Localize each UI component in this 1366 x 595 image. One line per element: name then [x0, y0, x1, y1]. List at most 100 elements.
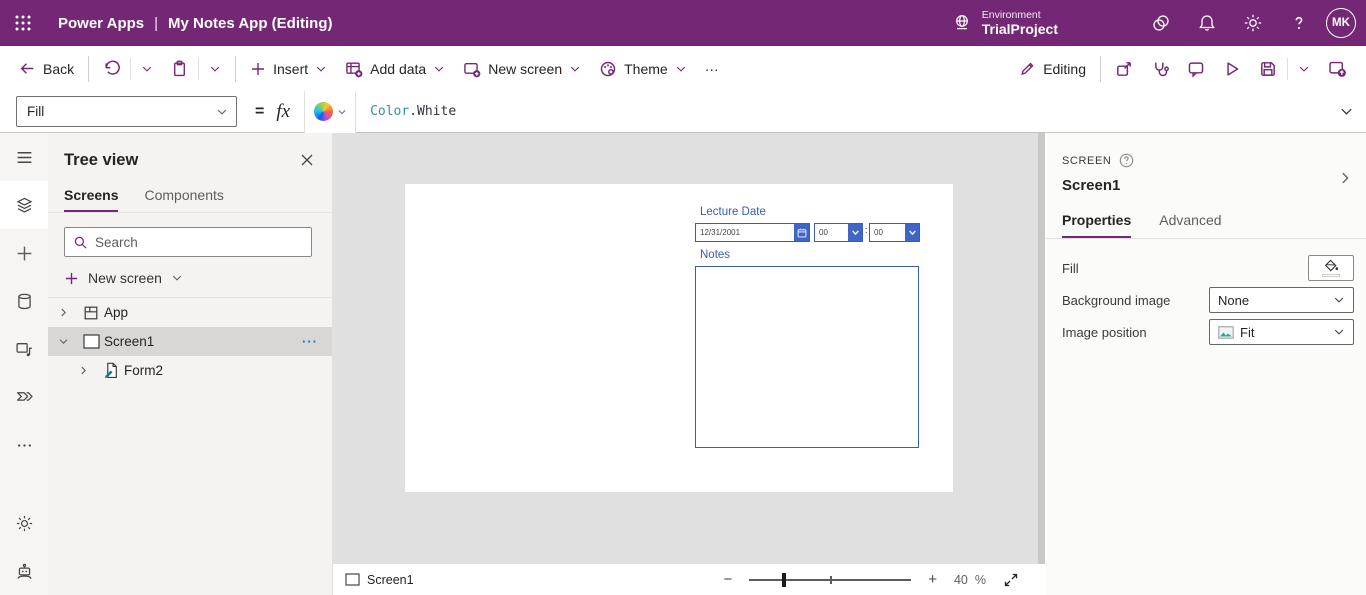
split-divider [198, 58, 199, 80]
share-button[interactable] [1106, 52, 1142, 86]
rail-insert-button[interactable] [0, 229, 48, 277]
date-input[interactable]: 12/31/2001 [695, 223, 810, 242]
undo-button[interactable] [94, 52, 129, 86]
selected-control-type: SCREEN [1062, 155, 1111, 167]
image-position-dropdown[interactable]: Fit [1209, 319, 1354, 345]
zoom-in-button[interactable]: + [926, 571, 939, 588]
item-more-actions-button[interactable]: ··· [296, 334, 324, 349]
waffle-menu-button[interactable] [0, 0, 46, 46]
chevron-right-icon[interactable] [68, 365, 98, 376]
rail-media-button[interactable] [0, 325, 48, 373]
tree-item-screen1[interactable]: Screen1 ··· [48, 327, 332, 356]
app-screen-preview[interactable]: Lecture Date 12/31/2001 00 : 00 Notes [405, 184, 953, 492]
chevron-down-icon [141, 63, 153, 75]
background-image-dropdown[interactable]: None [1209, 287, 1354, 313]
rail-virtual-agent-button[interactable] [0, 547, 48, 595]
canvas-scrollbar[interactable] [1038, 133, 1045, 564]
tree-new-screen-button[interactable]: New screen [64, 270, 183, 286]
undo-icon [103, 60, 120, 77]
chevron-down-icon [569, 63, 581, 75]
avatar[interactable]: MK [1326, 8, 1356, 38]
calendar-icon [797, 228, 807, 238]
tab-advanced[interactable]: Advanced [1159, 208, 1221, 238]
copilot-orb-icon [314, 102, 333, 121]
dropdown-chevron-button[interactable] [848, 224, 862, 241]
notifications-button[interactable] [1184, 0, 1230, 46]
insert-button[interactable]: Insert [241, 52, 336, 86]
search-icon [73, 235, 88, 250]
help-button[interactable] [1276, 0, 1322, 46]
expand-diagonal-icon [1003, 572, 1019, 588]
calendar-button[interactable] [794, 224, 809, 241]
more-commands-button[interactable]: ··· [696, 52, 728, 86]
property-row-image-position: Image position Fit [1062, 316, 1354, 348]
expand-properties-chevron[interactable] [1338, 171, 1352, 185]
new-screen-button[interactable]: New screen [454, 52, 590, 86]
rail-settings-button[interactable] [0, 499, 48, 547]
chevron-down-icon [209, 63, 221, 75]
status-screen-selector[interactable]: Screen1 [345, 573, 414, 587]
property-selector[interactable]: Fill [16, 96, 237, 127]
zoom-out-button[interactable]: − [721, 571, 734, 588]
ellipsis-icon [15, 436, 34, 455]
fit-to-window-button[interactable] [1001, 572, 1021, 588]
back-button[interactable]: Back [10, 52, 83, 86]
tree-item-label: App [104, 305, 128, 320]
power-automate-icon [15, 388, 34, 407]
app-name: Power Apps [58, 15, 144, 32]
editing-mode-button[interactable]: Editing [1010, 52, 1095, 86]
tab-screens[interactable]: Screens [64, 183, 118, 212]
chevron-down-icon [315, 63, 327, 75]
dropdown-chevron-button[interactable] [905, 224, 919, 241]
rail-tree-view-button[interactable] [0, 181, 48, 229]
canvas-area: Lecture Date 12/31/2001 00 : 00 Notes Sc… [333, 133, 1045, 595]
zoom-slider-thumb[interactable] [782, 573, 786, 587]
gear-icon [1243, 13, 1263, 33]
rail-more-button[interactable] [0, 421, 48, 469]
separator [88, 56, 89, 82]
add-data-button[interactable]: Add data [336, 52, 454, 86]
tab-components[interactable]: Components [144, 183, 223, 212]
tree-item-form2[interactable]: Form2 [48, 356, 332, 385]
chevron-down-icon [216, 106, 228, 118]
tree-search-box [64, 227, 312, 257]
screen-icon [345, 573, 360, 586]
rail-data-button[interactable] [0, 277, 48, 325]
settings-button[interactable] [1230, 0, 1276, 46]
formula-bar-expand-button[interactable] [1326, 104, 1366, 119]
close-panel-button[interactable] [296, 149, 318, 171]
screen-icon [78, 334, 104, 349]
formula-copilot-button[interactable] [304, 91, 356, 133]
copilot-icon [1150, 12, 1172, 34]
chevron-right-icon[interactable] [48, 307, 78, 318]
publish-button[interactable] [1319, 52, 1356, 86]
formula-input[interactable]: Color.White [356, 104, 1326, 119]
chevron-down-icon [337, 107, 347, 117]
zoom-slider[interactable] [749, 579, 911, 581]
chevron-down-icon[interactable] [48, 336, 78, 347]
plus-icon [15, 244, 34, 263]
rail-power-automate-button[interactable] [0, 373, 48, 421]
tree-item-app[interactable]: App [48, 298, 332, 327]
equals-sign: = [255, 103, 264, 121]
rail-menu-button[interactable] [0, 133, 48, 181]
paste-dropdown-button[interactable] [200, 52, 230, 86]
preview-button[interactable] [1214, 52, 1250, 86]
tab-properties[interactable]: Properties [1062, 208, 1131, 238]
app-checker-button[interactable] [1142, 52, 1178, 86]
add-data-icon [345, 60, 363, 78]
undo-dropdown-button[interactable] [132, 52, 162, 86]
theme-button[interactable]: Theme [590, 52, 696, 86]
comments-button[interactable] [1178, 52, 1214, 86]
search-input[interactable] [95, 235, 303, 250]
hour-dropdown[interactable]: 00 [814, 223, 863, 242]
minute-dropdown[interactable]: 00 [869, 223, 920, 242]
fill-color-button[interactable] [1308, 255, 1354, 281]
save-dropdown-button[interactable] [1289, 52, 1319, 86]
paste-button[interactable] [162, 52, 197, 86]
plus-icon [64, 271, 79, 286]
save-button[interactable] [1250, 52, 1286, 86]
notes-textarea[interactable] [695, 266, 919, 448]
environment-switcher[interactable]: Environment TrialProject [951, 9, 1058, 37]
copilot-button[interactable] [1138, 0, 1184, 46]
